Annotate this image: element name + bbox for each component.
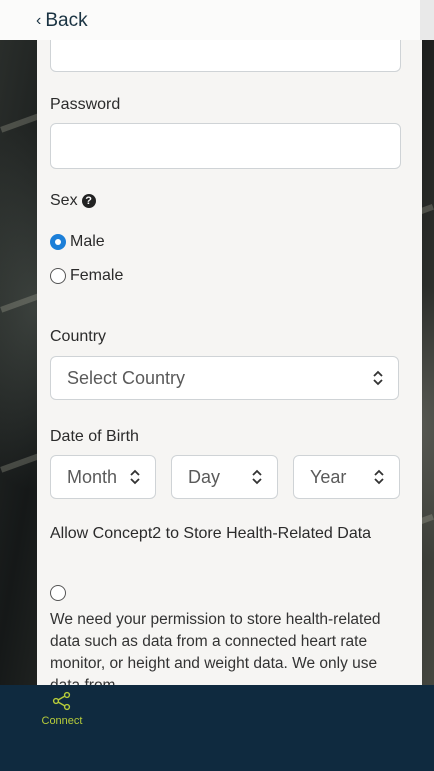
male-label: Male	[70, 233, 105, 250]
registration-form: Password Sex? Male Female Country Select…	[37, 40, 422, 685]
updown-chevron-icon	[373, 370, 383, 386]
dob-year-select[interactable]: Year	[293, 455, 400, 499]
chevron-left-icon: ‹	[36, 12, 42, 29]
password-label: Password	[50, 96, 121, 113]
back-label: Back	[45, 10, 88, 31]
health-data-heading: Allow Concept2 to Store Health-Related D…	[50, 525, 372, 542]
updown-chevron-icon	[252, 469, 262, 485]
sex-label-text: Sex	[50, 192, 78, 209]
radio-checked-icon[interactable]	[50, 234, 66, 250]
updown-chevron-icon	[130, 469, 140, 485]
updown-chevron-icon	[374, 469, 384, 485]
sex-option-female[interactable]: Female	[50, 267, 123, 285]
background-stripe	[0, 113, 40, 133]
password-field[interactable]	[50, 123, 401, 169]
country-select[interactable]: Select Country	[50, 356, 399, 400]
sex-label: Sex?	[50, 192, 96, 210]
top-nav-bar: ‹ Back	[0, 0, 434, 40]
dob-month-value: Month	[67, 466, 118, 487]
top-bar-edge	[420, 0, 434, 40]
radio-unchecked-icon[interactable]	[50, 268, 66, 284]
health-consent-checkbox[interactable]	[50, 585, 66, 601]
background-stripe	[0, 293, 40, 313]
connect-label: Connect	[41, 715, 83, 727]
dob-year-value: Year	[310, 466, 347, 487]
help-icon[interactable]: ?	[81, 194, 96, 208]
sex-option-male[interactable]: Male	[50, 233, 105, 251]
female-label: Female	[70, 267, 124, 284]
email-field[interactable]	[50, 40, 401, 72]
dob-label: Date of Birth	[50, 428, 139, 445]
bottom-tab-bar: Connect	[0, 685, 434, 771]
dob-month-select[interactable]: Month	[50, 455, 156, 499]
back-button[interactable]: ‹ Back	[36, 10, 88, 32]
dob-day-value: Day	[188, 466, 221, 487]
background-stripe	[0, 453, 40, 473]
country-label: Country	[50, 328, 107, 345]
share-icon	[52, 691, 71, 711]
dob-day-select[interactable]: Day	[171, 455, 278, 499]
country-select-value: Select Country	[67, 367, 186, 388]
connect-tab[interactable]: Connect	[32, 691, 92, 727]
health-data-text: We need your permission to store health-…	[50, 611, 381, 685]
